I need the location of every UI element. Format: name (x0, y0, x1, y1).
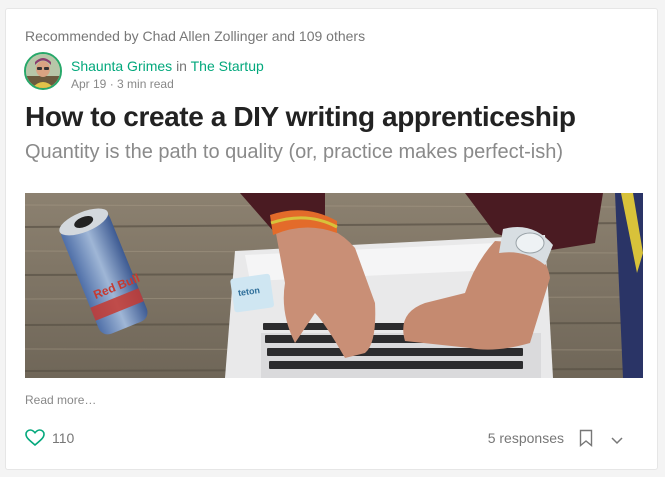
meta-separator: · (109, 77, 118, 91)
post-title[interactable]: How to create a DIY writing apprenticesh… (25, 101, 576, 133)
author-line: Shaunta Grimes in The Startup (71, 58, 264, 74)
bookmark-icon[interactable] (579, 429, 593, 452)
post-meta: Apr 19 · 3 min read (71, 77, 174, 91)
post-image[interactable]: teton Red Bull (25, 193, 643, 378)
post-card: Recommended by Chad Allen Zollinger and … (5, 8, 658, 470)
read-time: 3 min read (117, 77, 174, 91)
post-subtitle[interactable]: Quantity is the path to quality (or, pra… (25, 141, 563, 164)
responses-link[interactable]: 5 responses (488, 430, 564, 446)
heart-icon[interactable] (25, 429, 45, 452)
post-date[interactable]: Apr 19 (71, 77, 106, 91)
avatar[interactable] (24, 52, 62, 90)
post-footer: 110 5 responses (25, 427, 639, 451)
author-name[interactable]: Shaunta Grimes (71, 58, 172, 74)
in-word: in (176, 58, 187, 74)
read-more-link[interactable]: Read more… (25, 393, 96, 407)
chevron-down-icon[interactable] (611, 432, 623, 450)
publication-name[interactable]: The Startup (191, 58, 264, 74)
clap-count[interactable]: 110 (52, 430, 74, 446)
recommended-by-text[interactable]: Recommended by Chad Allen Zollinger and … (25, 28, 365, 44)
